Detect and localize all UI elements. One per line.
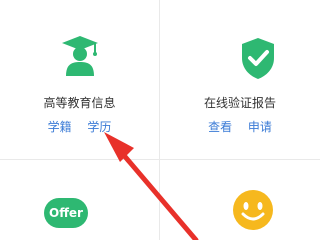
graduation-cap-icon — [58, 34, 102, 78]
link-apply[interactable]: 申请 — [248, 120, 272, 134]
tile-title: 在线验证报告 — [203, 96, 276, 110]
offer-badge: Offer — [44, 198, 88, 228]
tile-links: 查看 申请 — [160, 118, 320, 135]
link-view[interactable]: 查看 — [208, 120, 232, 134]
shield-check-icon — [236, 36, 280, 80]
smiley-icon — [231, 188, 275, 232]
link-degree[interactable]: 学历 — [87, 120, 111, 134]
link-student-status[interactable]: 学籍 — [48, 120, 72, 134]
tile-title: 高等教育信息 — [43, 96, 116, 110]
divider-horizontal — [0, 159, 320, 160]
tile-online-report[interactable]: 在线验证报告 查看 申请 — [160, 0, 320, 159]
tile-links: 学籍 学历 — [0, 118, 159, 135]
tile-higher-education[interactable]: 高等教育信息 学籍 学历 — [0, 0, 159, 159]
divider-vertical — [159, 0, 160, 240]
screen: 高等教育信息 学籍 学历 在线验证报告 查看 申请 Offer — [0, 0, 320, 240]
